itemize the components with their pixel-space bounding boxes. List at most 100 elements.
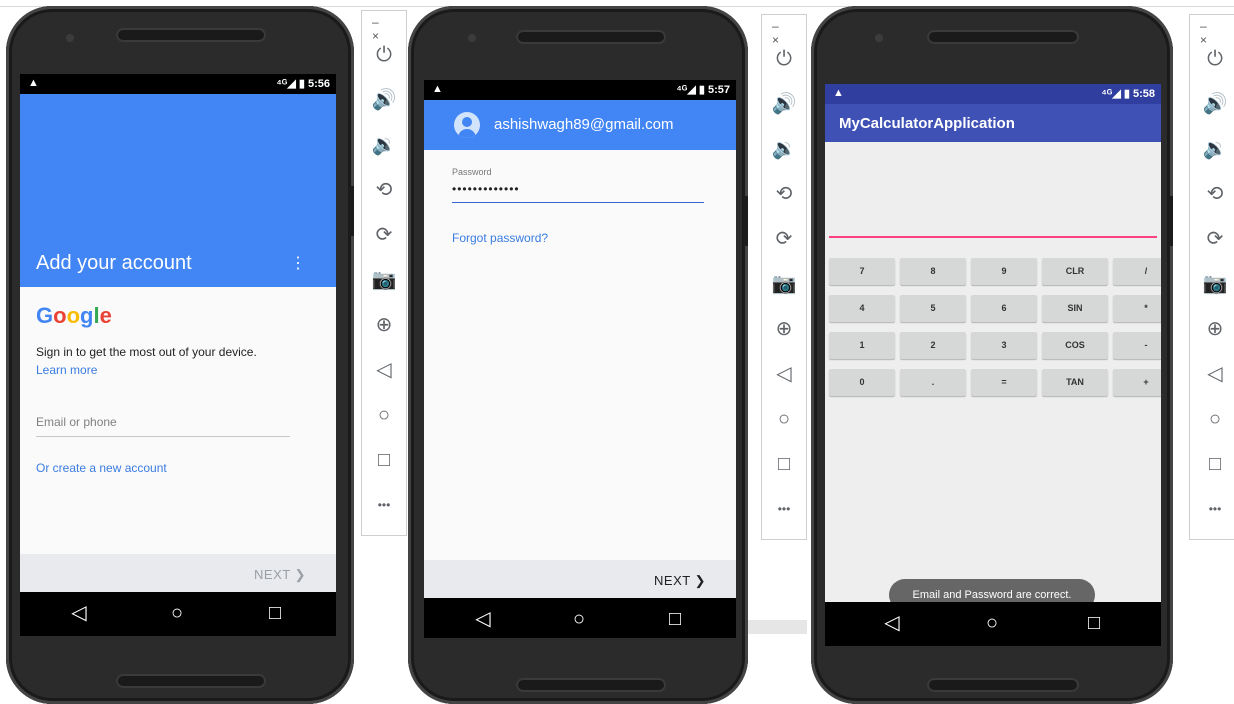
sign-in-text: Sign in to get the most out of your devi… bbox=[36, 345, 257, 359]
home-icon[interactable]: ○ bbox=[362, 403, 406, 427]
camera-icon[interactable]: 📷 bbox=[362, 268, 406, 292]
screen-calculator: ▲ ⁴ᴳ◢ ▮ 5:58 MyCalculatorApplication 789… bbox=[825, 84, 1161, 646]
header-hero: Add your account ⋮ bbox=[20, 94, 336, 287]
power-icon[interactable]: ⏻ bbox=[362, 43, 406, 67]
recents-icon[interactable]: □ bbox=[260, 601, 290, 625]
speaker-grille bbox=[116, 28, 266, 42]
back-icon[interactable]: ◁ bbox=[762, 362, 806, 386]
calc-key[interactable]: . bbox=[900, 369, 966, 396]
email-field[interactable]: Email or phone bbox=[36, 408, 290, 437]
google-logo-letter: e bbox=[99, 303, 112, 328]
status-bar: ▲ ⁴ᴳ◢ ▮ 5:57 bbox=[424, 80, 736, 100]
calc-key[interactable]: 6 bbox=[971, 295, 1037, 322]
window-controls[interactable]: – × bbox=[1200, 19, 1234, 47]
speaker-grille bbox=[927, 30, 1079, 44]
volume-up-icon[interactable]: 🔊 bbox=[762, 92, 806, 116]
calc-key[interactable]: 9 bbox=[971, 258, 1037, 285]
overview-icon[interactable]: □ bbox=[1190, 452, 1234, 476]
rotate-right-icon[interactable]: ⟳ bbox=[362, 223, 406, 247]
camera-icon[interactable]: 📷 bbox=[762, 272, 806, 296]
front-camera bbox=[468, 34, 476, 42]
next-button[interactable]: NEXT ❯ bbox=[654, 573, 706, 589]
emulator-toolbar-3: – × ⏻ 🔊 🔉 ⟲ ⟳ 📷 ⊕ ◁ ○ □ ••• bbox=[1189, 14, 1234, 540]
battery-icon: ▮ bbox=[298, 78, 305, 90]
volume-up-icon[interactable]: 🔊 bbox=[1190, 92, 1234, 116]
calc-key[interactable]: COS bbox=[1042, 332, 1108, 359]
zoom-in-icon[interactable]: ⊕ bbox=[1190, 317, 1234, 341]
google-logo-letter: g bbox=[80, 303, 94, 328]
recents-icon[interactable]: □ bbox=[1079, 611, 1109, 635]
rotate-right-icon[interactable]: ⟳ bbox=[762, 227, 806, 251]
calc-key[interactable]: SIN bbox=[1042, 295, 1108, 322]
volume-down-icon[interactable]: 🔉 bbox=[362, 133, 406, 157]
battery-icon: ▮ bbox=[698, 84, 705, 96]
calc-key[interactable]: 5 bbox=[900, 295, 966, 322]
display-input[interactable] bbox=[829, 236, 1157, 238]
overview-icon[interactable]: □ bbox=[362, 448, 406, 472]
back-icon[interactable]: ◁ bbox=[64, 601, 94, 625]
calculator-body: 7 8 9 CLR/4 5 6 SIN * 1 2 3 COS -0. = TAN + Email and P… bbox=[825, 142, 1161, 611]
power-icon[interactable]: ⏻ bbox=[1190, 47, 1234, 71]
nav-bar: ◁ ○ □ bbox=[424, 598, 736, 638]
zoom-in-icon[interactable]: ⊕ bbox=[762, 317, 806, 341]
recents-icon[interactable]: □ bbox=[660, 607, 690, 631]
calc-key[interactable]: 0 bbox=[829, 369, 895, 396]
calc-key[interactable]: TAN bbox=[1042, 369, 1108, 396]
google-logo-letter: o bbox=[66, 303, 81, 328]
side-button bbox=[350, 186, 354, 236]
rotate-left-icon[interactable]: ⟲ bbox=[362, 178, 406, 202]
home-icon[interactable]: ○ bbox=[564, 607, 594, 631]
camera-icon[interactable]: 📷 bbox=[1190, 272, 1234, 296]
calc-key[interactable]: 3 bbox=[971, 332, 1037, 359]
calc-key[interactable]: / bbox=[1113, 258, 1161, 285]
volume-down-icon[interactable]: 🔉 bbox=[1190, 137, 1234, 161]
calc-key[interactable]: + bbox=[1113, 369, 1161, 396]
next-button[interactable]: NEXT ❯ bbox=[254, 567, 306, 583]
calc-key[interactable]: - bbox=[1113, 332, 1161, 359]
calc-key[interactable]: 2 bbox=[900, 332, 966, 359]
more-icon[interactable]: ••• bbox=[762, 497, 806, 521]
learn-more-link[interactable]: Learn more bbox=[36, 363, 97, 377]
home-icon[interactable]: ○ bbox=[977, 611, 1007, 635]
calc-key[interactable]: * bbox=[1113, 295, 1161, 322]
calc-key[interactable]: CLR bbox=[1042, 258, 1108, 285]
status-bar: ▲ ⁴ᴳ◢ ▮ 5:56 bbox=[20, 74, 336, 94]
home-icon[interactable]: ○ bbox=[762, 407, 806, 431]
volume-up-icon[interactable]: 🔊 bbox=[362, 88, 406, 112]
home-icon[interactable]: ○ bbox=[1190, 407, 1234, 431]
calc-key[interactable]: 4 bbox=[829, 295, 895, 322]
zoom-in-icon[interactable]: ⊕ bbox=[362, 313, 406, 337]
signal-icon: ⁴ᴳ◢ bbox=[276, 78, 296, 90]
next-bar: NEXT ❯ bbox=[424, 560, 736, 602]
status-right: ⁴ᴳ◢ ▮ 5:56 bbox=[276, 77, 330, 90]
back-icon[interactable]: ◁ bbox=[1190, 362, 1234, 386]
password-field[interactable]: ••••••••••••• bbox=[452, 182, 704, 203]
speaker-grille bbox=[516, 30, 666, 44]
calc-key[interactable]: 8 bbox=[900, 258, 966, 285]
next-bar: NEXT ❯ bbox=[20, 554, 336, 596]
rotate-right-icon[interactable]: ⟳ bbox=[1190, 227, 1234, 251]
power-icon[interactable]: ⏻ bbox=[762, 47, 806, 71]
create-account-link[interactable]: Or create a new account bbox=[36, 461, 167, 475]
calc-key[interactable]: 1 bbox=[829, 332, 895, 359]
rotate-left-icon[interactable]: ⟲ bbox=[1190, 182, 1234, 206]
calc-key[interactable]: = bbox=[971, 369, 1037, 396]
rotate-left-icon[interactable]: ⟲ bbox=[762, 182, 806, 206]
overview-icon[interactable]: □ bbox=[762, 452, 806, 476]
overflow-menu-icon[interactable]: ⋮ bbox=[290, 253, 306, 273]
calc-key[interactable]: 7 bbox=[829, 258, 895, 285]
warning-icon: ▲ bbox=[833, 87, 844, 99]
forgot-password-link[interactable]: Forgot password? bbox=[452, 231, 548, 245]
nav-bar: ◁ ○ □ bbox=[20, 592, 336, 636]
window-controls[interactable]: – × bbox=[372, 15, 406, 43]
volume-down-icon[interactable]: 🔉 bbox=[762, 137, 806, 161]
account-header: ashishwagh89@gmail.com bbox=[424, 100, 736, 150]
more-icon[interactable]: ••• bbox=[362, 493, 406, 517]
window-controls[interactable]: – × bbox=[772, 19, 806, 47]
more-icon[interactable]: ••• bbox=[1190, 497, 1234, 521]
back-icon[interactable]: ◁ bbox=[877, 611, 907, 635]
back-icon[interactable]: ◁ bbox=[362, 358, 406, 382]
back-icon[interactable]: ◁ bbox=[468, 607, 498, 631]
speaker-grille bbox=[116, 674, 266, 688]
home-icon[interactable]: ○ bbox=[162, 601, 192, 625]
